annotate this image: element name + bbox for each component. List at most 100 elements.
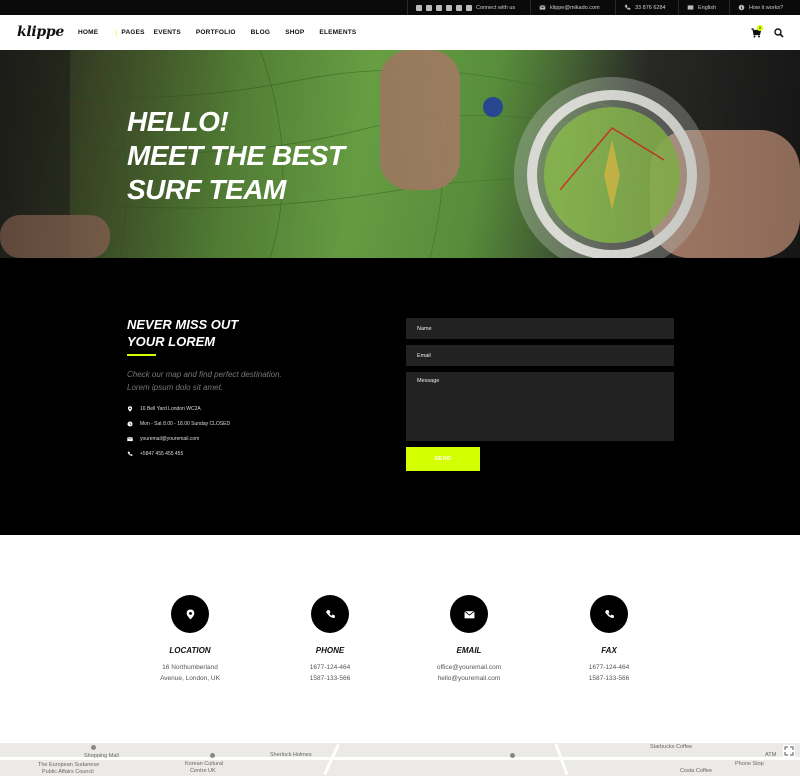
social-links: Connect with us	[407, 0, 526, 15]
section-lead: Check our map and find perfect destinati…	[127, 368, 297, 394]
clock-icon	[127, 421, 133, 427]
language-label: English	[698, 4, 717, 11]
map-label: ATM	[765, 752, 777, 758]
nav-item-pages-label: PAGES	[121, 29, 145, 36]
location-pin-icon	[127, 406, 133, 412]
contact-card-line: 1677-124-464	[588, 664, 630, 671]
map-road	[0, 757, 800, 760]
twitter-icon[interactable]	[456, 4, 462, 11]
instagram-icon[interactable]	[466, 4, 472, 11]
contact-card-line[interactable]: hello@youremail.com	[409, 673, 529, 684]
lead-line-1: Check our map and find perfect destinati…	[127, 370, 282, 379]
contact-card-line: Avenue, London, UK	[160, 675, 220, 682]
logo[interactable]: klippe	[17, 24, 64, 40]
contact-card-title: LOCATION	[169, 646, 211, 655]
map-pin-icon	[210, 753, 215, 758]
map-label: Sherlock Holmes	[270, 752, 312, 758]
facebook-icon[interactable]	[436, 4, 442, 11]
map-label: Korean Cultural	[185, 761, 224, 767]
name-field[interactable]	[406, 318, 674, 339]
phone-icon	[624, 4, 631, 10]
contact-card-email: EMAIL office@youremail.com hello@yourema…	[409, 595, 529, 684]
map-label: Shopping Mall	[84, 753, 119, 759]
contact-form-section: NEVER MISS OUT YOUR LOREM Check our map …	[0, 258, 800, 535]
envelope-icon	[463, 610, 475, 618]
contact-card-title: PHONE	[315, 646, 345, 655]
how-it-works-link[interactable]: How it works?	[729, 0, 800, 15]
language-selector[interactable]: English	[678, 0, 728, 15]
send-button[interactable]: SEND	[406, 447, 480, 471]
search-icon[interactable]	[774, 28, 784, 38]
info-phone: +5847 455 455 455	[127, 451, 183, 457]
map-label: Public Affairs Council	[42, 769, 94, 775]
contact-info-section: LOCATION 16 Northumberland Avenue, Londo…	[0, 535, 800, 743]
contact-card-fax: FAX 1677-124-464 1587-133-566	[549, 595, 669, 684]
tumblr-icon[interactable]	[446, 4, 452, 11]
contact-card-title: EMAIL	[456, 646, 482, 655]
map-pin-icon	[91, 745, 96, 750]
lead-line-2: Lorem ipsum dolo sit amet.	[127, 383, 224, 392]
contact-card-location: LOCATION 16 Northumberland Avenue, Londo…	[130, 595, 250, 684]
phone-icon	[325, 609, 335, 618]
topbar-email[interactable]: klippe@mikado.com	[530, 0, 614, 15]
info-email: youremail@youremail.com	[127, 436, 199, 442]
location-pin-icon	[186, 609, 194, 619]
section-heading-line-2: YOUR LOREM	[127, 334, 216, 349]
nav-item-blog[interactable]: BLOG	[251, 29, 271, 36]
topbar-email-text: klippe@mikado.com	[550, 4, 600, 11]
nav-item-portfolio[interactable]: PORTFOLIO	[196, 29, 236, 36]
email-icon-circle	[450, 595, 488, 633]
google-map[interactable]: Shopping Mall The European Sudanese Publ…	[0, 743, 800, 776]
vimeo-icon[interactable]	[416, 4, 422, 11]
phone-icon-circle	[311, 595, 349, 633]
how-it-works-label: How it works?	[749, 4, 784, 11]
info-hours: Mon - Sat 8.00 - 18.00 Sunday CLOSED	[127, 421, 230, 427]
email-field[interactable]	[406, 345, 674, 366]
nav-item-shop[interactable]: SHOP	[285, 29, 304, 36]
map-label: Costa Coffee	[680, 768, 713, 774]
phone-icon	[604, 609, 614, 618]
heading-accent-line	[127, 354, 156, 356]
main-navigation: klippe HOME ❘ PAGES EVENTS PORTFOLIO BLOG…	[0, 15, 800, 50]
contact-card-line: 16 Northumberland	[162, 664, 218, 671]
flag-icon	[687, 5, 694, 10]
nav-item-pages[interactable]: ❘ PAGES	[113, 29, 144, 37]
topbar-phone[interactable]: 33 876 6284	[615, 0, 677, 15]
map-label: Phone Stop	[735, 761, 764, 767]
contact-card-title: FAX	[601, 646, 617, 655]
contact-card-phone: PHONE 1677-124-464 1587-133-566	[270, 595, 390, 684]
linkedin-icon[interactable]	[426, 4, 432, 11]
nav-item-events[interactable]: EVENTS	[154, 29, 181, 36]
map-pin-icon	[510, 753, 515, 758]
hero-line-2: MEET THE BEST	[127, 140, 345, 171]
contact-card-line[interactable]: office@youremail.com	[409, 662, 529, 673]
info-address: 16 Bell Yard London WC2A	[127, 406, 201, 412]
location-icon-circle	[171, 595, 209, 633]
info-email-text: youremail@youremail.com	[140, 436, 200, 442]
section-heading-line-1: NEVER MISS OUT	[127, 317, 239, 332]
nav-menu: HOME ❘ PAGES EVENTS PORTFOLIO BLOG SHOP E…	[78, 15, 371, 50]
hero-overlay	[0, 50, 800, 258]
info-icon	[738, 4, 745, 11]
map-label: Starbucks Coffee	[650, 744, 693, 750]
map-label: The European Sudanese	[38, 762, 100, 768]
nav-item-home[interactable]: HOME	[78, 29, 98, 36]
map-label: Centre UK	[190, 768, 216, 774]
envelope-icon	[539, 5, 546, 10]
contact-card-line: 1587-133-566	[309, 675, 351, 682]
contact-card-line: 1677-124-464	[309, 664, 351, 671]
contact-card-line: 1587-133-566	[588, 675, 630, 682]
fax-icon-circle	[590, 595, 628, 633]
active-marker-icon: ❘	[113, 29, 120, 37]
info-hours-text: Mon - Sat 8.00 - 18.00 Sunday CLOSED	[140, 421, 231, 427]
nav-item-elements[interactable]: ELEMENTS	[319, 29, 356, 36]
hero-line-1: HELLO!	[127, 106, 229, 137]
fullscreen-icon[interactable]	[783, 745, 795, 757]
top-bar: Connect with us klippe@mikado.com 33 876…	[0, 0, 800, 15]
hero-line-3: SURF TEAM	[127, 174, 286, 205]
hero-heading: HELLO! MEET THE BEST SURF TEAM	[127, 105, 345, 207]
topbar-phone-text: 33 876 6284	[635, 4, 666, 11]
envelope-icon	[127, 437, 133, 442]
info-phone-text: +5847 455 455 455	[140, 451, 184, 457]
message-field[interactable]	[406, 372, 674, 441]
